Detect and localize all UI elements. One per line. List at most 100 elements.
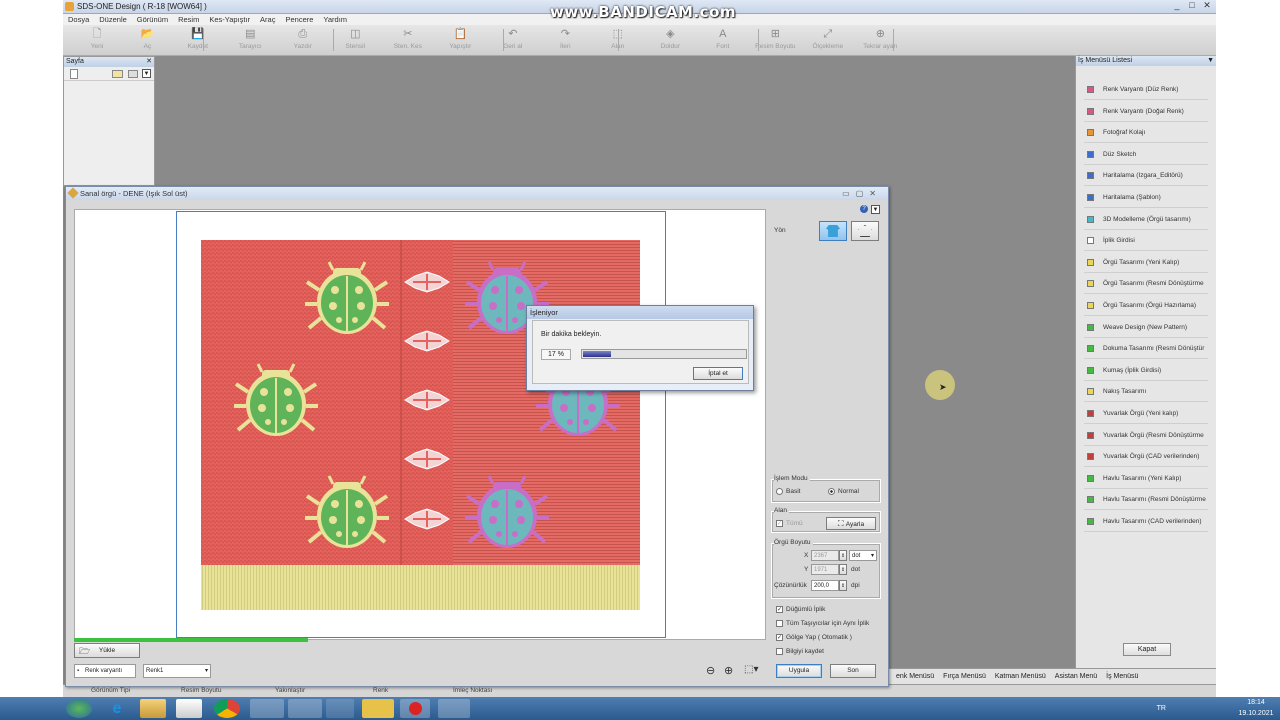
renk-varyanti-select[interactable]: Renk varyantı ▪: [74, 664, 136, 678]
y-size-spinner[interactable]: ⇕: [839, 564, 847, 575]
job-menu-item[interactable]: Havlu Tasarımı (Yeni Kalıp): [1084, 468, 1208, 489]
asistan-menu-tab[interactable]: Asistan Menü: [1055, 673, 1097, 680]
menu-yardim[interactable]: Yardım: [318, 14, 352, 25]
job-menu-item[interactable]: Yuvarlak Örgü (CAD verilerinden): [1084, 446, 1208, 468]
toolbar-paste-button[interactable]: 📋 Yapıştır: [438, 27, 482, 53]
toolbar-new-file-button[interactable]: 🗋 Yeni: [75, 27, 119, 53]
explorer-icon[interactable]: [140, 699, 166, 718]
basit-radio[interactable]: Basit: [776, 488, 800, 495]
back-view-button[interactable]: [851, 221, 879, 241]
clock[interactable]: 18:14 19.10.2021: [1236, 697, 1276, 719]
toolbar-redo-button[interactable]: ↷ İleri: [543, 27, 587, 53]
app-taskbar-icon-4[interactable]: [438, 699, 470, 718]
kapat-button[interactable]: Kapat: [1123, 643, 1171, 656]
sds-one-taskbar-icon[interactable]: [362, 699, 394, 718]
media-icon[interactable]: [176, 699, 202, 718]
toolbar-repeat-button[interactable]: ⊕ Tekrar ayarı: [858, 27, 902, 53]
tumu-checkbox[interactable]: ✓ Tümü: [776, 520, 803, 527]
job-menu-item[interactable]: Düz Sketch: [1084, 144, 1208, 165]
job-menu-item[interactable]: Havlu Tasarımı (CAD verilerinden): [1084, 511, 1208, 532]
toolbar-undo-button[interactable]: ↶ Geri al: [491, 27, 535, 53]
help-icon[interactable]: ?: [860, 205, 868, 213]
preview-canvas[interactable]: [74, 209, 766, 640]
job-menu-item[interactable]: Fotoğraf Kolajı: [1084, 122, 1208, 144]
job-menu-item[interactable]: Dokuma Tasarımı (Resmi Dönüştür: [1084, 338, 1208, 360]
golge-yap-checkbox[interactable]: ✓ Gölge Yap ( Otomatik ): [776, 634, 852, 641]
job-menu-item[interactable]: Havlu Tasarımı (Resmi Dönüştürme: [1084, 489, 1208, 511]
app-taskbar-icon-1[interactable]: [250, 699, 284, 718]
toolbar-scanner-button[interactable]: ▤ Tarayıcı: [228, 27, 272, 53]
toolbar-save-button[interactable]: 💾 Kaydet: [176, 27, 220, 53]
minimize-button[interactable]: _: [1170, 0, 1184, 11]
resolution-input[interactable]: 200,0: [811, 580, 839, 591]
job-menu-item[interactable]: Örgü Tasarımı (Yeni Kalıp): [1084, 252, 1208, 273]
bilgiyi-kaydet-checkbox[interactable]: Bilgiyi kaydet: [776, 648, 824, 655]
job-menu-item[interactable]: Kumaş (İplik Girdisi): [1084, 360, 1208, 381]
toolbar-print-button[interactable]: ⎙ Yazdır: [281, 27, 325, 53]
zoom-out-icon[interactable]: ⊖: [706, 664, 715, 677]
x-size-spinner[interactable]: ⇕: [839, 550, 847, 561]
is-menusu-tab[interactable]: İş Menüsü: [1106, 673, 1138, 680]
job-menu-item[interactable]: Örgü Tasarımı (Resmi Dönüştürme: [1084, 273, 1208, 295]
job-menu-item[interactable]: 3D Modelleme (Örgü tasarımı): [1084, 209, 1208, 230]
zoom-in-icon[interactable]: ⊕: [724, 664, 733, 677]
app-taskbar-icon-2[interactable]: [288, 699, 322, 718]
menu-arac[interactable]: Araç: [255, 14, 280, 25]
yukle-button[interactable]: 🗁 Yükle: [74, 643, 140, 658]
settings-dropdown-icon[interactable]: ▼: [871, 205, 880, 214]
job-menu-item[interactable]: Nakış Tasarımı: [1084, 381, 1208, 403]
start-button[interactable]: [66, 699, 92, 718]
job-menu-item[interactable]: Yuvarlak Örgü (Yeni kalıp): [1084, 403, 1208, 424]
toolbar-scale-button[interactable]: ⤢ Ölçekleme: [806, 27, 850, 53]
job-menu-item[interactable]: Yuvarlak Örgü (Resmi Dönüştürme: [1084, 425, 1208, 446]
toolbar-stencil-button[interactable]: ◫ Stensil: [333, 27, 377, 53]
page-panel-close-icon[interactable]: ✕: [146, 57, 152, 67]
maximize-button[interactable]: □: [1185, 0, 1199, 11]
fit-view-icon[interactable]: ⬚▾: [744, 664, 758, 675]
dialog-window-controls[interactable]: ▭▢✕: [842, 187, 882, 200]
x-size-input[interactable]: 2367: [811, 550, 839, 561]
dropdown-icon[interactable]: ▼: [142, 69, 151, 78]
job-menu-item[interactable]: Örgü Tasarımı (Örgü Hazırlama): [1084, 295, 1208, 316]
ie-icon[interactable]: e: [104, 699, 130, 718]
uygula-button[interactable]: Uygula: [776, 664, 822, 678]
job-menu-item[interactable]: Haritalama (Izgara_Editörü): [1084, 165, 1208, 187]
resolution-spinner[interactable]: ⇕: [839, 580, 847, 591]
toolbar-image-size-button[interactable]: ⊞ Resim Boyutu: [753, 27, 797, 53]
unit-select[interactable]: dot ▾: [849, 550, 877, 561]
katman-menusu-tab[interactable]: Katman Menüsü: [995, 673, 1046, 680]
close-button[interactable]: ✕: [1200, 0, 1214, 11]
dugumlu-iplik-checkbox[interactable]: ✓ Düğümlü İplik: [776, 606, 825, 613]
ayarla-button[interactable]: ⛶ Ayarla: [826, 517, 876, 530]
normal-radio[interactable]: Normal: [828, 488, 859, 495]
list-icon[interactable]: [128, 70, 138, 78]
front-view-button[interactable]: [819, 221, 847, 241]
cancel-button[interactable]: İptal et: [693, 367, 743, 380]
toolbar-stencil-cut-button[interactable]: ✂ Sten. Kes: [386, 27, 430, 53]
job-menu-item[interactable]: İplik Girdisi: [1084, 230, 1208, 252]
menu-pencere[interactable]: Pencere: [280, 14, 318, 25]
app-taskbar-icon-3[interactable]: [326, 699, 354, 718]
son-button[interactable]: Son: [830, 664, 876, 678]
firca-menusu-tab[interactable]: Fırça Menüsü: [943, 673, 986, 680]
menu-kes-yapistir[interactable]: Kes-Yapıştır: [204, 14, 255, 25]
language-indicator[interactable]: TR: [1157, 703, 1166, 714]
job-menu-item[interactable]: Haritalama (Şablon): [1084, 187, 1208, 208]
job-menu-item[interactable]: Renk Varyantı (Doğal Renk): [1084, 101, 1208, 122]
toolbar-font-button[interactable]: A Font: [701, 27, 745, 53]
chrome-icon[interactable]: [214, 699, 240, 718]
toolbar-fill-button[interactable]: ◈ Doldur: [648, 27, 692, 53]
renk-menusu-tab[interactable]: enk Menüsü: [896, 673, 934, 680]
tum-tasiyicilar-checkbox[interactable]: Tüm Taşıyıcılar için Aynı İplik: [776, 620, 869, 627]
y-size-input[interactable]: 1971: [811, 564, 839, 575]
toolbar-open-folder-button[interactable]: 📂 Aç: [125, 27, 169, 53]
menu-gorunum[interactable]: Görünüm: [132, 14, 173, 25]
menu-resim[interactable]: Resim: [173, 14, 204, 25]
folder-icon[interactable]: [112, 70, 123, 78]
new-page-icon[interactable]: [70, 69, 78, 79]
renk1-select[interactable]: Renk1 ▾: [143, 664, 211, 678]
record-taskbar-icon[interactable]: [400, 699, 430, 718]
job-menu-item[interactable]: Renk Varyantı (Düz Renk): [1084, 79, 1208, 100]
menu-duzenle[interactable]: Düzenle: [94, 14, 132, 25]
job-menu-item[interactable]: Weave Design (New Pattern): [1084, 317, 1208, 338]
